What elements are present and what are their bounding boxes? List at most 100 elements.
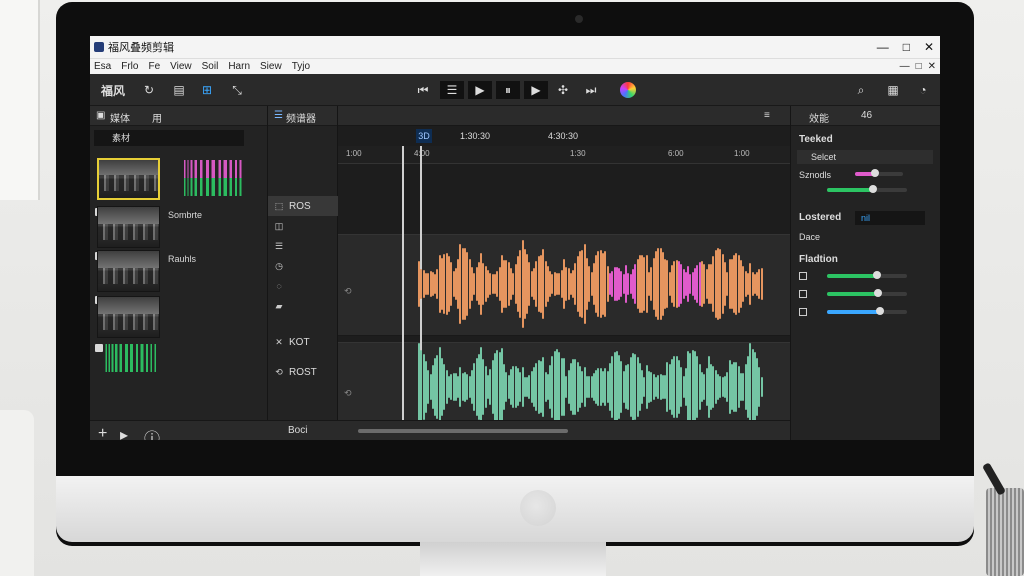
waveform-bar (627, 272, 630, 296)
menu-fe[interactable]: Fe (148, 61, 160, 72)
slider-knob-sznodls[interactable] (871, 169, 880, 177)
menu-tyjo[interactable]: Tyjo (292, 61, 310, 72)
tool-row-rost[interactable]: ⟲ ROST (268, 362, 338, 382)
tools-dropdown-label[interactable]: 频谱器 (286, 110, 316, 125)
play-next-icon[interactable]: ▶ (524, 81, 548, 99)
lostered-input[interactable]: nil (855, 211, 925, 225)
waveform-bar (420, 268, 423, 300)
timecode-start: 1:30:30 (460, 131, 491, 141)
list-icon[interactable]: ▤ (168, 81, 190, 99)
waveform-bar (466, 252, 469, 316)
waveform-bar (489, 368, 492, 406)
dropdown-icon[interactable]: ☰ (274, 110, 283, 121)
minimize-button[interactable]: — (877, 40, 889, 54)
select-row[interactable]: Selcet (797, 150, 933, 164)
pause-icon[interactable]: ⏸ (496, 81, 520, 99)
media-tab-icon[interactable]: ▣ (96, 110, 105, 121)
playhead-line[interactable] (402, 146, 404, 440)
expand-icon[interactable]: ⤡ (226, 81, 248, 99)
waveform-bar (558, 351, 561, 423)
video-thumbnail-1[interactable] (97, 158, 160, 200)
waveform-bar (673, 260, 676, 308)
refresh-icon[interactable]: ↻ (138, 81, 160, 99)
tool-row-5[interactable]: ◌ (268, 276, 338, 296)
slider-knob-fladtion-1[interactable] (872, 271, 881, 279)
menu-harn[interactable]: Harn (228, 61, 250, 72)
maximize-button[interactable]: □ (903, 40, 910, 54)
waveform-bar (760, 268, 763, 300)
tools-panel-header: ☰ 频谱器 (268, 106, 337, 126)
main-toolbar: 福风 ↻ ▤ ⊞ ⤡ ⏮ ☰ ▶ ⏸ ▶ ✣ ⏭ ⌕ ▦ ◔ (90, 74, 940, 106)
slider-sznodls[interactable] (855, 169, 903, 177)
tools-bottom-label[interactable]: Boci (288, 425, 307, 436)
fx-icon[interactable]: ✣ (552, 81, 574, 99)
slider-fladtion-3[interactable] (827, 307, 907, 315)
waveform-bar (719, 249, 722, 319)
waveform-bar (657, 374, 660, 400)
track-2-icon[interactable]: ⟲ (344, 388, 352, 399)
waveform-bar (703, 263, 706, 305)
tool-row-6[interactable]: ▰ (268, 296, 338, 316)
add-icon[interactable]: + (98, 425, 107, 440)
play-icon[interactable]: ▶ (468, 81, 492, 99)
layout-icon[interactable]: ▦ (882, 81, 904, 99)
slider-knob-row-2[interactable] (869, 185, 878, 193)
tool-row-ros[interactable]: ⬚ ROS (268, 196, 338, 216)
skip-back-icon[interactable]: ⏮ (412, 81, 434, 99)
waveform-bar (703, 373, 706, 401)
tool-row-kot[interactable]: ✕ KOT (268, 332, 338, 352)
video-thumbnail-2[interactable] (97, 206, 160, 248)
waveform-bar (535, 260, 538, 308)
grid-icon[interactable]: ⊞ (196, 81, 218, 99)
slider-knob-fladtion-2[interactable] (874, 289, 883, 297)
video-thumbnail-3[interactable] (97, 250, 160, 292)
menu-siew[interactable]: Siew (260, 61, 282, 72)
media-panel-header: ▣ 媒体 用 (90, 106, 267, 126)
slider-fladtion-1[interactable] (827, 271, 907, 279)
media-tab-label[interactable]: 媒体 (110, 110, 130, 125)
color-wheel-icon[interactable] (615, 81, 641, 99)
row-icon-1 (799, 272, 807, 280)
menu-bar: Esa Frlo Fe View Soil Harn Siew Tyjo (90, 58, 940, 74)
waveform-bar (588, 376, 591, 398)
menu-close[interactable]: ✕ (928, 61, 936, 72)
waveform-bar (680, 264, 683, 304)
menu-view[interactable]: View (170, 61, 192, 72)
track-1-icon[interactable]: ⟲ (344, 286, 352, 297)
waveform-bar (565, 266, 568, 302)
timeline-options-icon[interactable]: ≡ (764, 110, 770, 121)
info-icon[interactable]: ⓘ (144, 425, 160, 440)
slider-fill-row-2 (827, 188, 874, 192)
menu-frlo[interactable]: Frlo (121, 61, 138, 72)
tool-row-2[interactable]: ◫ (268, 216, 338, 236)
slider-knob-fladtion-3[interactable] (875, 307, 884, 315)
green-audio-asset[interactable] (104, 344, 162, 372)
menu-maximize[interactable]: □ (916, 61, 922, 72)
waveform-bar (466, 374, 469, 400)
timeline-scrollbar[interactable] (358, 429, 568, 433)
video-thumbnail-4[interactable] (97, 296, 160, 338)
slider-row-2[interactable] (827, 185, 907, 193)
monitor-icon[interactable]: ◔ (912, 81, 934, 99)
close-button[interactable]: ✕ (924, 40, 934, 54)
skip-forward-icon[interactable]: ⏭ (580, 81, 602, 99)
effects-header-label[interactable]: 效能 (809, 110, 829, 125)
pink-audio-preview (182, 160, 248, 178)
slider-fill-fladtion-2 (827, 292, 879, 296)
tool-label-kot: KOT (289, 336, 310, 348)
slider-fladtion-2[interactable] (827, 289, 907, 297)
search-icon[interactable]: ⌕ (850, 81, 872, 99)
menu-esa[interactable]: Esa (94, 61, 111, 72)
media-search[interactable]: 素材 (94, 130, 244, 146)
mode-3d-button[interactable]: 3D (416, 129, 432, 143)
menu-minimize[interactable]: — (900, 61, 910, 72)
tool-row-4[interactable]: ◷ (268, 256, 338, 276)
window-frame (0, 0, 40, 200)
play-small-icon[interactable]: ▸ (120, 425, 128, 440)
menu-icon[interactable]: ☰ (440, 81, 464, 99)
menu-soil[interactable]: Soil (202, 61, 219, 72)
waveform-bar (634, 263, 637, 305)
tool-row-3[interactable]: ☰ (268, 236, 338, 256)
timeline-panel: ≡ 3D 1:30:30 4:30:30 1:00 4:00 1:30 6:00… (338, 106, 790, 440)
desk-background: 福风叠频剪辑 — □ ✕ Esa Frlo Fe View Soil Harn … (0, 0, 1024, 576)
